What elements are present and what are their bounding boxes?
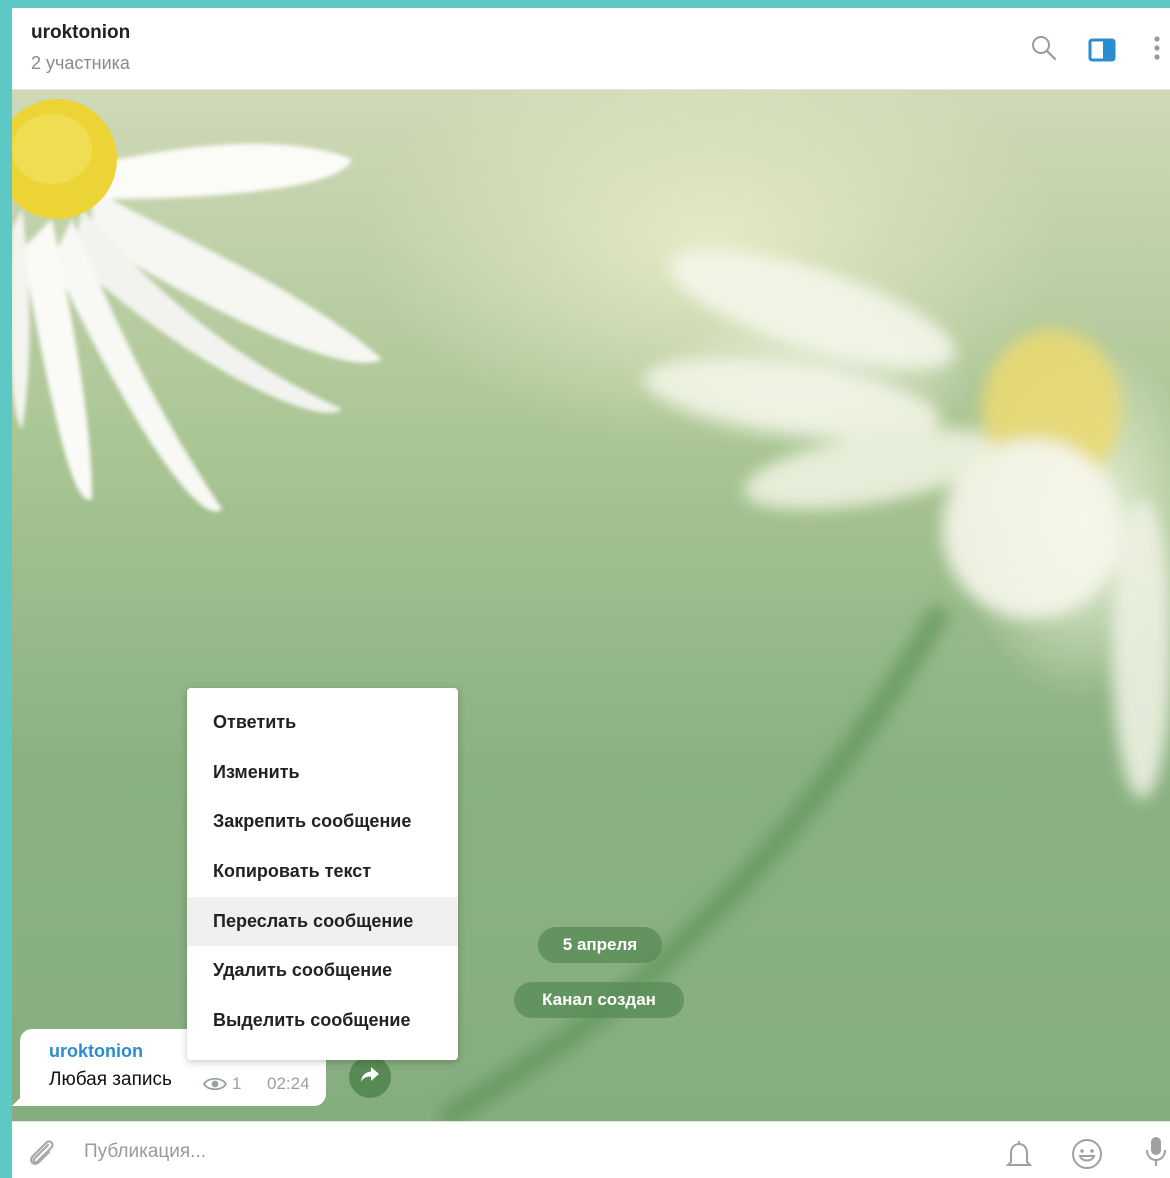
search-icon[interactable]: [1030, 34, 1058, 67]
message-text: Любая запись: [49, 1069, 172, 1090]
message-author[interactable]: uroktonion: [49, 1041, 143, 1062]
service-message: Канал создан: [514, 982, 684, 1018]
emoji-icon[interactable]: [1071, 1138, 1103, 1175]
message-input[interactable]: [82, 1136, 966, 1168]
menu-item-delete[interactable]: Удалить сообщение: [187, 946, 458, 996]
forward-arrow-icon: [360, 1066, 380, 1089]
menu-item-pin[interactable]: Закрепить сообщение: [187, 797, 458, 847]
message-time: 02:24: [267, 1074, 310, 1093]
sidebar-panel-icon[interactable]: [1088, 38, 1116, 67]
telegram-window: uroktonion 2 участника 5 апреля Канал со…: [12, 8, 1170, 1178]
menu-item-edit[interactable]: Изменить: [187, 748, 458, 798]
menu-item-forward[interactable]: Переслать сообщение: [187, 896, 458, 947]
date-separator: 5 апреля: [538, 927, 662, 963]
chat-header: uroktonion 2 участника: [12, 8, 1170, 90]
views-eye-icon: [202, 1076, 228, 1097]
menu-item-copy-text[interactable]: Копировать текст: [187, 847, 458, 897]
paperclip-icon[interactable]: [24, 1136, 58, 1175]
chat-background: 5 апреля Канал создан uroktonion Любая з…: [12, 89, 1170, 1121]
more-vertical-icon[interactable]: [1152, 35, 1162, 68]
bell-icon[interactable]: [1005, 1140, 1033, 1175]
background-illustration: [12, 99, 1170, 1121]
menu-item-reply[interactable]: Ответить: [187, 698, 458, 748]
chat-members-count: 2 участника: [31, 53, 130, 73]
message-composer: [12, 1121, 1170, 1178]
forward-button[interactable]: [349, 1056, 391, 1098]
microphone-icon[interactable]: [1144, 1135, 1168, 1174]
menu-item-select[interactable]: Выделить сообщение: [187, 996, 458, 1046]
message-views: 1: [232, 1074, 242, 1093]
chat-title[interactable]: uroktonion: [31, 22, 130, 44]
message-context-menu: Ответить Изменить Закрепить сообщение Ко…: [187, 688, 458, 1060]
